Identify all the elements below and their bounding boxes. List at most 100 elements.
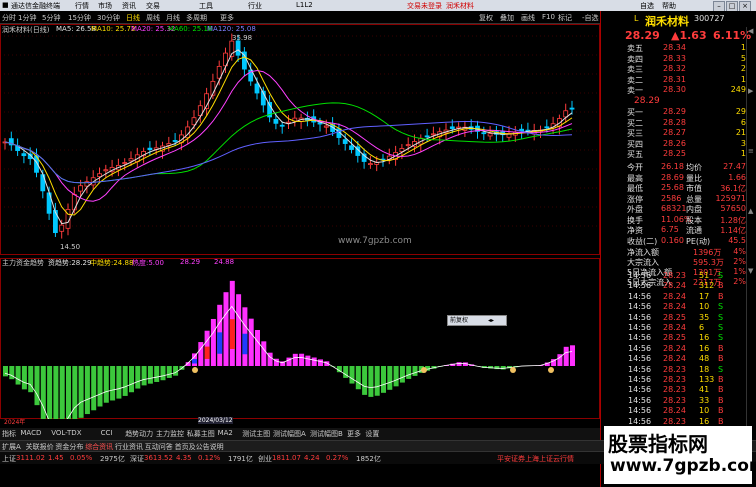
candle-body	[481, 132, 487, 135]
indicator-tab[interactable]: 主力监控	[156, 429, 184, 439]
period-tab[interactable]: 15分钟	[68, 13, 91, 23]
buy-label: 买二	[627, 118, 643, 128]
f10-button[interactable]: F10	[542, 13, 555, 21]
period-tab[interactable]: 5分钟	[42, 13, 60, 23]
draw-button[interactable]: 画线	[521, 13, 535, 23]
period-tab[interactable]: 分时	[2, 13, 16, 23]
menu-trade[interactable]: 交易	[146, 1, 160, 11]
indicator-tab[interactable]: MACD	[20, 429, 41, 437]
stat-key: 总量	[686, 194, 702, 204]
indicator-tab[interactable]: 测试主图	[242, 429, 270, 439]
period-tab[interactable]: 30分钟	[97, 13, 120, 23]
ma10-label: MA10: 25.72	[91, 25, 136, 33]
menu-quote[interactable]: 行情	[75, 1, 89, 11]
panel-sidebar-icon[interactable]: ≡	[748, 147, 754, 155]
candle-body	[487, 133, 493, 137]
menu-news[interactable]: 资讯	[122, 1, 136, 11]
candle-body	[424, 135, 430, 138]
indicator-bar	[210, 318, 216, 366]
index-change: 4.35	[176, 454, 192, 462]
indicator-tab[interactable]: 趋势动力	[125, 429, 153, 439]
indicator-bar	[563, 346, 569, 366]
mark-button[interactable]: 标记	[558, 13, 572, 23]
index-name: 上证	[2, 455, 16, 463]
tick-time: 14:56	[628, 406, 652, 416]
indicator-tab[interactable]: CCI	[101, 429, 113, 437]
tick-vol: 17	[699, 291, 710, 301]
quote-line: 28.29 ▲1.63 6.11%	[601, 29, 751, 42]
fq-popup-label: 前复权	[450, 317, 469, 324]
tick-price: 28.25	[663, 333, 686, 343]
sell-price: 28.34	[663, 43, 686, 52]
index-name: 深证	[130, 455, 144, 463]
menu-l1l2[interactable]: L1L2	[296, 1, 313, 9]
candle-body	[21, 153, 27, 157]
indicator-bar	[40, 366, 46, 423]
candle-body	[97, 173, 102, 177]
stat-key: 内盘	[686, 205, 702, 214]
kline-chart[interactable]: 润禾材料(日线) MA5: 26.58 MA10: 25.72 MA20: 25…	[0, 24, 623, 255]
restore-rights-button[interactable]: 复权	[479, 13, 493, 23]
indicator-border	[0, 258, 600, 419]
indicator-tab[interactable]: VOL-TDX	[51, 429, 81, 437]
overlay-button[interactable]: 叠加	[500, 13, 514, 23]
indicator-tab[interactable]: 私募主图	[187, 429, 215, 439]
index-change: 1.45	[48, 454, 64, 462]
index-value: 3111.02	[16, 454, 45, 462]
tick-vol: 16	[699, 343, 710, 353]
period-tab[interactable]: 1分钟	[18, 13, 36, 23]
tick-time: 14:56	[628, 271, 652, 280]
stat-value: 1.14亿	[720, 226, 746, 235]
buy-label: 买一	[627, 108, 643, 117]
tick-time: 14:56	[628, 364, 652, 374]
tick-price: 28.24	[663, 343, 686, 353]
stat-value: 26.18	[661, 162, 684, 171]
indicator-tab[interactable]: 测试幅图B	[310, 429, 343, 439]
indicator-bar	[355, 366, 361, 390]
ma60-line	[4, 102, 573, 184]
indicator-tab[interactable]: 更多	[347, 429, 361, 439]
panel-sidebar-icon[interactable]: ▲	[748, 207, 753, 215]
stat-row: 收益(二) 0.160 PE(动) 45.5	[601, 236, 746, 247]
indicator-tab[interactable]: 指标	[2, 429, 16, 439]
panel-sidebar[interactable]: ◀ ▶ ≡ ▲ ▼	[746, 27, 756, 427]
tick-vol: 10	[699, 406, 710, 416]
login-notice[interactable]: 交易未登录	[407, 1, 442, 11]
tick-row: 14:56 28.23 51 S	[601, 271, 746, 282]
menu-market[interactable]: 市场	[98, 1, 112, 11]
indicator-tab[interactable]: 设置	[365, 429, 379, 439]
period-tab[interactable]: 多周期	[186, 13, 207, 23]
menu-industry[interactable]: 行业	[248, 1, 262, 11]
stock-code: 300727	[694, 14, 725, 23]
indicator-bar	[305, 355, 311, 366]
period-tab-selected[interactable]: 日线	[126, 13, 140, 23]
period-tab[interactable]: 更多	[220, 13, 234, 23]
remove-favorite-button[interactable]: -自选	[582, 13, 599, 23]
fq-popup[interactable]: 前复权 ◂▸	[447, 315, 507, 326]
menu-favorites[interactable]: 自选	[640, 1, 654, 11]
indicator-bar	[53, 366, 59, 463]
menu-help[interactable]: 帮助	[662, 1, 676, 11]
indicator-tab[interactable]: 测试幅图A	[273, 429, 306, 439]
indicator-tab[interactable]: MA2	[218, 429, 233, 437]
indicator-bar	[15, 366, 21, 385]
indicator-bar	[110, 366, 116, 401]
period-tab[interactable]: 周线	[146, 13, 160, 23]
indicator-bar-overlay	[242, 333, 248, 355]
tick-side: B	[718, 406, 724, 416]
watermark-url: www.7gpzb.com	[610, 456, 756, 476]
panel-sidebar-icon[interactable]: ▼	[748, 267, 753, 275]
panel-sidebar-icon[interactable]: ▶	[748, 87, 753, 95]
indicator-bar	[381, 366, 386, 393]
fq-popup-arrow-icon[interactable]: ◂▸	[488, 316, 494, 325]
tick-time: 14:56	[628, 395, 652, 405]
tick-side: S	[718, 323, 724, 332]
buy-price: 28.26	[663, 138, 686, 148]
indicator-chart[interactable]: 主力资金趋势 资趋势:28.29 中趋势:24.88 热度:5.00 28.29…	[0, 258, 623, 463]
indicator-bar	[255, 330, 260, 366]
period-tab[interactable]: 月线	[166, 13, 180, 23]
indicator-bar	[412, 366, 418, 376]
panel-sidebar-icon[interactable]: ◀	[748, 27, 753, 35]
buy-level: 买二 28.28 6	[601, 118, 746, 129]
menu-tools[interactable]: 工具	[199, 1, 213, 11]
